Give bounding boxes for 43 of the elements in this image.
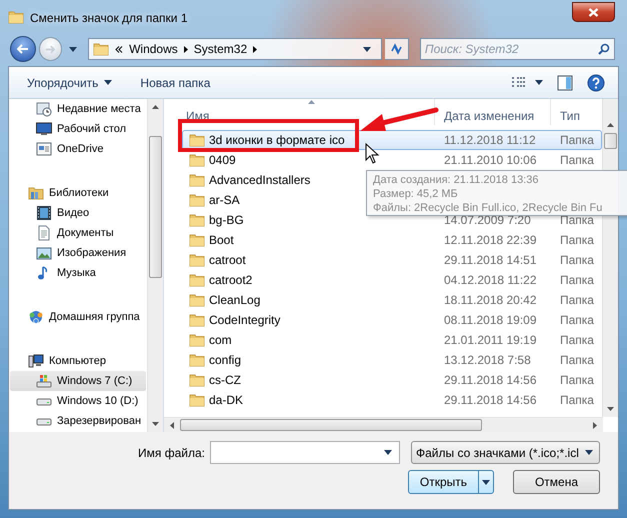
file-name: Boot (209, 233, 234, 247)
file-name: 0409 (209, 153, 236, 167)
file-name: catroot2 (209, 273, 252, 287)
file-type: Папка (560, 373, 594, 387)
date-modified: 21.11.2010 10:06 (444, 153, 537, 167)
tooltip-text: Дата создания: 21.11.2018 13:36 (373, 174, 540, 187)
file-type: Папка (560, 213, 594, 227)
date-modified: 12.11.2018 22:39 (444, 233, 537, 247)
file-name: bg-BG (209, 213, 244, 227)
file-type: Папка (560, 313, 594, 327)
date-modified: 08.11.2018 19:09 (444, 313, 537, 327)
file-name: CodeIntegrity (209, 313, 280, 327)
file-type: Папка (560, 393, 594, 407)
file-name: CleanLog (209, 293, 260, 307)
date-modified: 14.07.2009 7:20 (444, 213, 531, 227)
file-type: Папка (560, 273, 594, 287)
file-type: Папка (560, 233, 594, 247)
tooltip-text: Размер: 45,2 МБ (373, 188, 459, 201)
file-type: Папка (560, 133, 594, 147)
file-name: 3d иконки в формате ico (209, 133, 345, 147)
file-name: da-DK (209, 393, 244, 407)
date-modified: 29.11.2018 14:56 (444, 373, 537, 387)
file-name: cs-CZ (209, 373, 241, 387)
file-type: Папка (560, 293, 594, 307)
file-name: config (209, 353, 242, 367)
window-title: Сменить значок для папки 1 (30, 11, 188, 25)
file-name: com (209, 333, 232, 347)
file-name: ar-SA (209, 193, 240, 207)
file-type: Папка (560, 333, 594, 347)
date-modified: 04.12.2018 11:22 (444, 273, 537, 287)
file-name: catroot (209, 253, 246, 267)
date-modified: 13.12.2018 7:58 (444, 353, 531, 367)
file-type: Папка (560, 153, 594, 167)
date-modified: 11.12.2018 11:12 (444, 133, 536, 147)
tooltip-text: Файлы: 2Recycle Bin Full.ico, 2Recycle Bin Fu (373, 202, 604, 215)
date-modified: 21.01.2011 19:19 (444, 333, 537, 347)
file-type: Папка (560, 353, 594, 367)
file-name-label: Имя файла: (138, 446, 205, 460)
date-modified: 29.11.2018 14:56 (444, 393, 537, 407)
file-name: AdvancedInstallers (209, 173, 310, 187)
date-modified: 18.11.2018 20:42 (444, 293, 537, 307)
date-modified: 29.11.2018 14:51 (444, 253, 537, 267)
file-type: Папка (560, 253, 594, 267)
